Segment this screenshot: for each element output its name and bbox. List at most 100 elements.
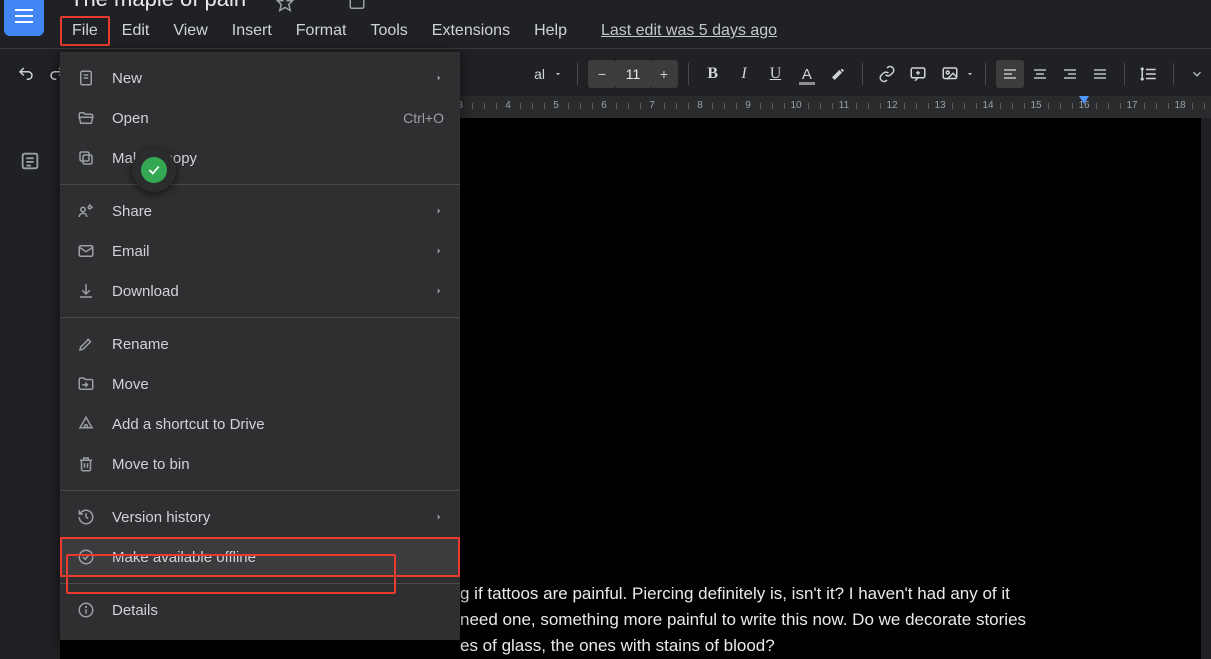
file-menu-new[interactable]: New bbox=[60, 58, 460, 98]
menu-extensions[interactable]: Extensions bbox=[420, 16, 522, 46]
menu-edit[interactable]: Edit bbox=[110, 16, 162, 46]
more-toolbar-icon[interactable] bbox=[1184, 60, 1211, 88]
move-icon bbox=[76, 375, 96, 393]
menu-view[interactable]: View bbox=[161, 16, 219, 46]
toolbar-divider bbox=[577, 63, 578, 85]
menu-separator bbox=[60, 317, 460, 318]
undo-button[interactable] bbox=[12, 60, 39, 88]
trash-icon bbox=[76, 455, 96, 473]
menu-insert[interactable]: Insert bbox=[220, 16, 284, 46]
file-menu-move[interactable]: Move bbox=[60, 364, 460, 404]
submenu-arrow-icon bbox=[434, 73, 444, 83]
italic-button[interactable]: I bbox=[730, 60, 757, 88]
file-menu-open[interactable]: Open Ctrl+O bbox=[60, 98, 460, 138]
menu-separator bbox=[60, 184, 460, 185]
document-body-text[interactable]: g if tattoos are painful. Piercing defin… bbox=[460, 581, 1141, 659]
offline-ready-badge bbox=[132, 148, 176, 192]
submenu-arrow-icon bbox=[434, 206, 444, 216]
file-menu-details[interactable]: Details bbox=[60, 590, 460, 630]
chevron-down-icon[interactable] bbox=[965, 69, 975, 79]
document-title[interactable]: The maple of pain bbox=[70, 0, 246, 12]
submenu-arrow-icon bbox=[434, 512, 444, 522]
ruler-number: 6 bbox=[601, 100, 607, 111]
paragraph-style-trailing-text: al bbox=[534, 66, 545, 82]
download-icon bbox=[76, 282, 96, 300]
share-icon bbox=[76, 202, 96, 220]
copy-icon bbox=[76, 149, 96, 167]
ruler-right-margin-marker[interactable] bbox=[1079, 96, 1089, 104]
rename-icon bbox=[76, 335, 96, 353]
toolbar-divider bbox=[1124, 63, 1125, 85]
underline-button[interactable]: U bbox=[762, 60, 789, 88]
text-color-button[interactable]: A bbox=[793, 60, 820, 88]
file-menu-download[interactable]: Download bbox=[60, 271, 460, 311]
menu-file[interactable]: File bbox=[60, 16, 110, 46]
star-icon[interactable] bbox=[276, 0, 294, 12]
ruler-number: 12 bbox=[886, 100, 897, 111]
align-justify-button[interactable] bbox=[1086, 60, 1114, 88]
ruler-number: 15 bbox=[1030, 100, 1041, 111]
info-icon bbox=[76, 601, 96, 619]
ruler-number: 10 bbox=[790, 100, 801, 111]
font-size-group: − 11 + bbox=[588, 60, 678, 88]
file-menu-rename[interactable]: Rename bbox=[60, 324, 460, 364]
menubar-divider bbox=[0, 48, 1211, 49]
menubar: File Edit View Insert Format Tools Exten… bbox=[60, 16, 777, 46]
last-edit-link[interactable]: Last edit was 5 days ago bbox=[601, 22, 777, 40]
toolbar-divider bbox=[1173, 63, 1174, 85]
menu-format[interactable]: Format bbox=[284, 16, 359, 46]
file-menu-make-available-offline[interactable]: Make available offline bbox=[60, 537, 460, 577]
align-right-button[interactable] bbox=[1056, 60, 1084, 88]
ruler-number: 17 bbox=[1126, 100, 1137, 111]
menu-item-label: Rename bbox=[112, 336, 444, 353]
line-spacing-button[interactable] bbox=[1135, 60, 1162, 88]
offline-icon bbox=[76, 548, 96, 566]
menu-item-label: Open bbox=[112, 110, 387, 127]
ruler-number: 5 bbox=[553, 100, 559, 111]
menu-separator bbox=[60, 490, 460, 491]
insert-image-button[interactable] bbox=[936, 60, 963, 88]
ruler-number: 14 bbox=[982, 100, 993, 111]
highlight-color-button[interactable] bbox=[825, 60, 852, 88]
menu-help[interactable]: Help bbox=[522, 16, 579, 46]
menu-item-label: Share bbox=[112, 203, 418, 220]
file-menu-make-a-copy[interactable]: Make a copy bbox=[60, 138, 460, 178]
align-center-button[interactable] bbox=[1026, 60, 1054, 88]
move-folder-icon[interactable] bbox=[348, 0, 366, 12]
drive-shortcut-icon bbox=[76, 415, 96, 433]
menu-separator bbox=[60, 583, 460, 584]
file-menu-share[interactable]: Share bbox=[60, 191, 460, 231]
left-gutter bbox=[0, 118, 60, 659]
ruler-number: 13 bbox=[934, 100, 945, 111]
file-menu-move-to-bin[interactable]: Move to bin bbox=[60, 444, 460, 484]
menu-item-label: Download bbox=[112, 283, 418, 300]
bold-button[interactable]: B bbox=[699, 60, 726, 88]
font-size-input[interactable]: 11 bbox=[616, 60, 650, 88]
menu-item-label: Version history bbox=[112, 509, 418, 526]
docs-app-icon[interactable] bbox=[4, 0, 44, 36]
file-menu-email[interactable]: Email bbox=[60, 231, 460, 271]
file-menu-add-a-shortcut-to-drive[interactable]: Add a shortcut to Drive bbox=[60, 404, 460, 444]
menu-item-label: Add a shortcut to Drive bbox=[112, 416, 444, 433]
menu-item-shortcut: Ctrl+O bbox=[403, 110, 444, 126]
submenu-arrow-icon bbox=[434, 246, 444, 256]
align-left-button[interactable] bbox=[996, 60, 1024, 88]
menu-item-label: New bbox=[112, 70, 418, 87]
font-size-increase-button[interactable]: + bbox=[650, 60, 678, 88]
toolbar-divider bbox=[862, 63, 863, 85]
insert-comment-button[interactable] bbox=[904, 60, 931, 88]
menu-item-label: Details bbox=[112, 602, 444, 619]
folder-open-icon bbox=[76, 109, 96, 127]
menu-tools[interactable]: Tools bbox=[358, 16, 419, 46]
insert-link-button[interactable] bbox=[873, 60, 900, 88]
font-size-decrease-button[interactable]: − bbox=[588, 60, 616, 88]
file-menu-version-history[interactable]: Version history bbox=[60, 497, 460, 537]
document-outline-icon[interactable] bbox=[19, 150, 41, 659]
history-icon bbox=[76, 508, 96, 526]
paragraph-style-dropdown[interactable]: al bbox=[479, 60, 567, 88]
ruler-number: 18 bbox=[1174, 100, 1185, 111]
chevron-down-icon bbox=[553, 69, 563, 79]
file-menu: New Open Ctrl+O Make a copy Share Email Downlo… bbox=[60, 52, 460, 640]
menu-item-label: Make available offline bbox=[112, 549, 444, 566]
ruler-number: 7 bbox=[649, 100, 655, 111]
